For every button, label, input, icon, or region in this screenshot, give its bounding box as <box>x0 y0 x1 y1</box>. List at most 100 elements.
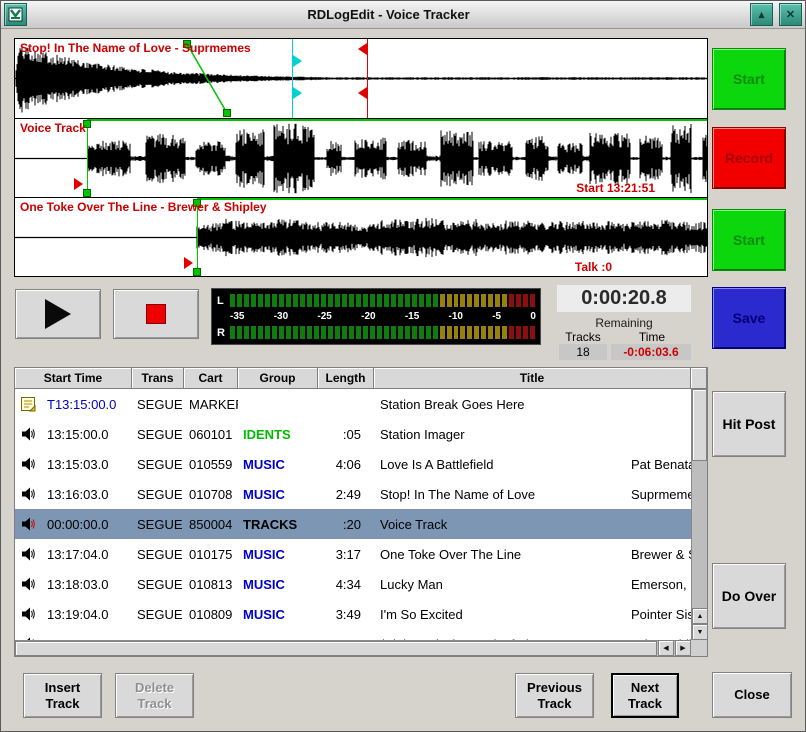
meter-segment <box>509 326 514 339</box>
cell-length: :05 <box>318 427 374 442</box>
scale-tick: -15 <box>405 311 419 322</box>
insert-track-button[interactable]: Insert Track <box>23 673 102 718</box>
start-track3-button[interactable]: Start <box>712 209 786 271</box>
record-button[interactable]: Record <box>712 127 786 189</box>
cell-cart: 060101 <box>184 427 238 442</box>
meter-segment <box>328 294 333 307</box>
scroll-down-button[interactable]: ▼ <box>692 624 708 640</box>
cell-start-time: 13:18:03.0 <box>41 577 132 592</box>
meter-segment <box>523 294 528 307</box>
meter-segment <box>454 294 459 307</box>
meter-segment <box>363 294 368 307</box>
meter-segment <box>342 294 347 307</box>
next-track-button[interactable]: Next Track <box>611 673 679 718</box>
track-start-line <box>87 119 88 197</box>
hit-post-button[interactable]: Hit Post <box>712 391 786 457</box>
segue-end-marker[interactable] <box>358 87 367 99</box>
cell-title: Station Break Goes Here <box>374 397 627 412</box>
log-row[interactable]: 13:16:03.0SEGUE010708MUSIC2:49Stop! In T… <box>15 479 691 509</box>
meter-right-label: R <box>217 327 225 339</box>
play-button[interactable] <box>15 289 101 339</box>
meter-segment <box>419 294 424 307</box>
horizontal-scrollbar-thumb[interactable] <box>15 641 657 656</box>
meter-segment <box>244 294 249 307</box>
horizontal-scrollbar[interactable]: ◀ ▶ <box>15 640 691 656</box>
segue-start-marker[interactable] <box>293 55 302 67</box>
start-marker[interactable] <box>184 257 193 269</box>
log-row[interactable]: 13:18:03.0SEGUE010813MUSIC4:34Lucky ManE… <box>15 569 691 599</box>
waveform-panel-track1[interactable]: Stop! In The Name of Love - Suprmemes <box>15 39 707 118</box>
meter-segment <box>502 294 507 307</box>
note-icon <box>15 396 41 412</box>
log-row[interactable]: 13:20:04.0SEGUE010705MUSIC3:36(Sittin' O… <box>15 629 691 640</box>
waveform-panel-track3[interactable]: One Toke Over The Line - Brewer & Shiple… <box>15 197 707 276</box>
waveform-panel-voicetrack[interactable]: Voice Track Start 13:21:51 <box>15 118 707 197</box>
meter-segment <box>342 326 347 339</box>
meter-segment <box>237 294 242 307</box>
start-marker[interactable] <box>74 178 83 190</box>
log-row[interactable]: 13:19:04.0SEGUE010809MUSIC3:49I'm So Exc… <box>15 599 691 629</box>
track-start-handle[interactable] <box>193 268 201 276</box>
vertical-scrollbar-thumb[interactable] <box>692 389 707 461</box>
meter-segment <box>335 294 340 307</box>
log-row[interactable]: 00:00:00.0SEGUE850004TRACKS:20Voice Trac… <box>15 509 691 539</box>
cell-title: Station Imager <box>374 427 627 442</box>
meter-segment <box>474 294 479 307</box>
cell-title: I'm So Excited <box>374 607 627 622</box>
save-button[interactable]: Save <box>712 287 786 349</box>
scale-tick: 0 <box>530 311 536 322</box>
titlebar[interactable]: RDLogEdit - Voice Tracker ▴ ✕ <box>1 1 805 29</box>
cell-cart: 850004 <box>184 517 238 532</box>
cell-group: MUSIC <box>238 607 318 622</box>
meter-left-segments <box>230 294 535 307</box>
vertical-scrollbar[interactable]: ▲ ▼ <box>691 389 707 640</box>
segue-start-marker[interactable] <box>293 87 302 99</box>
meter-segment <box>258 326 263 339</box>
meter-segment <box>377 326 382 339</box>
log-row[interactable]: 13:15:03.0SEGUE010559MUSIC4:06Love Is A … <box>15 449 691 479</box>
start-track1-button[interactable]: Start <box>712 48 786 110</box>
segue-end-marker[interactable] <box>358 43 367 55</box>
stop-button[interactable] <box>113 289 199 339</box>
scroll-up-button[interactable]: ▲ <box>692 608 708 624</box>
scroll-right-button[interactable]: ▶ <box>675 640 691 656</box>
cell-trans: SEGUE <box>132 517 184 532</box>
meter-segment <box>237 326 242 339</box>
log-row[interactable]: 13:15:00.0SEGUE060101IDENTS:05Station Im… <box>15 419 691 449</box>
fade-end-handle[interactable] <box>223 109 231 117</box>
meter-segment <box>523 326 528 339</box>
scroll-left-button[interactable]: ◀ <box>658 640 674 656</box>
scale-tick: -5 <box>492 311 501 322</box>
app-icon[interactable] <box>4 3 27 26</box>
cell-start-time: T13:15:00.0 <box>41 397 132 412</box>
meter-segment <box>433 326 438 339</box>
close-button[interactable]: Close <box>712 672 792 718</box>
cell-trans: SEGUE <box>132 577 184 592</box>
shade-button[interactable]: ▴ <box>750 3 773 26</box>
meter-segment <box>516 326 521 339</box>
meter-segment <box>447 326 452 339</box>
close-window-button[interactable]: ✕ <box>779 3 802 26</box>
cell-trans: SEGUE <box>132 397 184 412</box>
meter-segment <box>272 294 277 307</box>
cell-group: MUSIC <box>238 457 318 472</box>
meter-segment <box>530 294 535 307</box>
log-row[interactable]: 13:17:04.0SEGUE010175MUSIC3:17One Toke O… <box>15 539 691 569</box>
col-header-start-time: Start Time <box>15 368 132 389</box>
previous-track-button[interactable]: Previous Track <box>515 673 594 718</box>
meter-segment <box>398 326 403 339</box>
meter-segment <box>370 326 375 339</box>
log-row[interactable]: T13:15:00.0SEGUEMARKERStation Break Goes… <box>15 389 691 419</box>
do-over-button[interactable]: Do Over <box>712 563 786 629</box>
meter-segment <box>405 294 410 307</box>
cell-start-time: 13:16:03.0 <box>41 487 132 502</box>
meter-segment <box>509 294 514 307</box>
track-start-handle[interactable] <box>83 189 91 197</box>
meter-segment <box>384 326 389 339</box>
meter-segment <box>460 294 465 307</box>
cell-group: MUSIC <box>238 547 318 562</box>
meter-segment <box>488 326 493 339</box>
cell-cart: 010559 <box>184 457 238 472</box>
start-time-annotation: Start 13:21:51 <box>576 181 655 195</box>
meter-segment <box>467 294 472 307</box>
